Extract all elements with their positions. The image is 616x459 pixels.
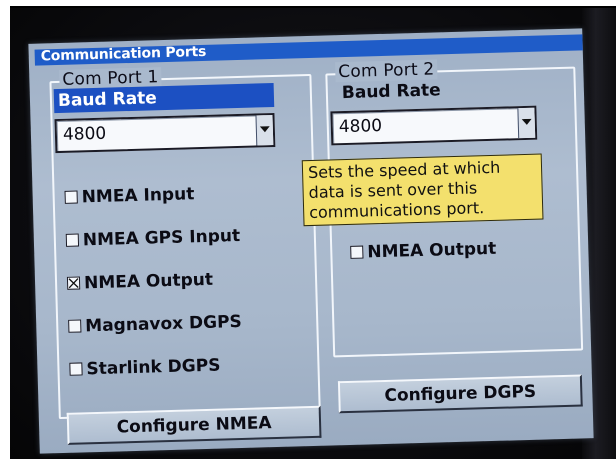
com-port-1-baud-label[interactable]: Baud Rate bbox=[53, 82, 275, 114]
dropdown-arrow-button[interactable] bbox=[255, 115, 274, 146]
option-label: Starlink DGPS bbox=[86, 355, 221, 380]
screen: Communication Ports Com Port 1 Baud Rate… bbox=[28, 28, 594, 454]
option-label: NMEA Input bbox=[81, 184, 195, 208]
com-port-2-baud-label[interactable]: Baud Rate bbox=[342, 80, 441, 103]
device-photo: Communication Ports Com Port 1 Baud Rate… bbox=[10, 8, 616, 459]
checkbox[interactable] bbox=[64, 190, 78, 204]
com-port-1-baud-value: 4800 bbox=[62, 123, 107, 145]
window-titlebar: Communication Ports bbox=[34, 34, 583, 66]
com-port-2-baud-value: 4800 bbox=[338, 115, 383, 138]
checkbox[interactable] bbox=[68, 319, 82, 333]
checkbox[interactable] bbox=[69, 362, 83, 376]
configure-dgps-button[interactable]: Configure DGPS bbox=[337, 374, 583, 414]
chevron-down-icon bbox=[521, 118, 532, 125]
option-label: Magnavox DGPS bbox=[85, 311, 243, 337]
com-port-1-group: Com Port 1 Baud Rate 4800 NMEA Input NME… bbox=[49, 67, 321, 420]
com-port-2-baud-dropdown[interactable]: 4800 bbox=[330, 105, 538, 146]
dropdown-arrow-button[interactable] bbox=[517, 107, 536, 139]
checkbox[interactable] bbox=[65, 233, 80, 247]
com-port-2-option-nmea-output[interactable]: NMEA Output bbox=[350, 239, 496, 263]
com-port-1-option-magnavox-dgps[interactable]: Magnavox DGPS bbox=[68, 312, 242, 337]
option-label: NMEA GPS Input bbox=[82, 225, 241, 251]
com-port-1-option-nmea-input[interactable]: NMEA Input bbox=[64, 184, 195, 208]
checkmark-icon bbox=[68, 278, 79, 289]
com-port-1-option-nmea-output[interactable]: NMEA Output bbox=[66, 269, 214, 294]
window-title: Communication Ports bbox=[40, 43, 207, 65]
option-label: NMEA Output bbox=[83, 269, 214, 294]
chevron-down-icon bbox=[259, 126, 270, 133]
checkbox-checked[interactable] bbox=[66, 276, 81, 290]
com-port-1-baud-dropdown[interactable]: 4800 bbox=[54, 112, 276, 154]
option-label: NMEA Output bbox=[367, 238, 497, 263]
com-port-1-option-nmea-gps-input[interactable]: NMEA GPS Input bbox=[65, 225, 241, 251]
configure-nmea-button[interactable]: Configure NMEA bbox=[66, 405, 322, 445]
com-port-2-title: Com Port 2 bbox=[335, 59, 438, 83]
baud-rate-tooltip: Sets the speed at which data is sent ove… bbox=[301, 153, 544, 227]
checkbox[interactable] bbox=[350, 245, 364, 259]
com-port-1-option-starlink-dgps[interactable]: Starlink DGPS bbox=[69, 355, 221, 380]
